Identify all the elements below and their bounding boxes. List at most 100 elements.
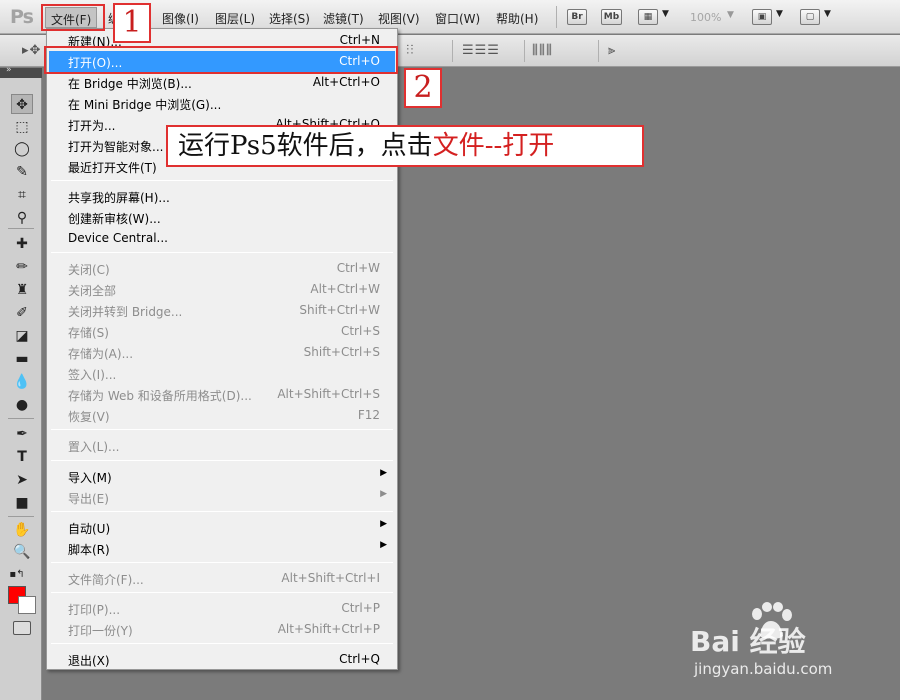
view-extras-icon[interactable]: ▦ xyxy=(638,9,658,25)
options-separator xyxy=(452,40,453,62)
menu-item-print: 打印(P)... Ctrl+P xyxy=(68,601,380,617)
brush-tool-icon[interactable]: ✏ xyxy=(11,257,33,277)
menu-item-save: 存储(S) Ctrl+S xyxy=(68,324,380,340)
callout-highlight-text: 文件--打开 xyxy=(432,131,555,161)
blur-tool-icon[interactable]: 💧 xyxy=(11,372,33,392)
menu-item-browse-in-mini-bridge[interactable]: 在 Mini Bridge 中浏览(G)... xyxy=(49,93,395,114)
menu-item-browse-in-bridge[interactable]: 在 Bridge 中浏览(B)... Alt+Ctrl+O xyxy=(49,72,395,93)
step-number-1: 1 xyxy=(113,3,151,43)
submenu-arrow-icon: ▶ xyxy=(380,519,387,529)
tools-separator xyxy=(8,228,34,229)
highlight-open-item xyxy=(44,46,398,74)
default-colors-icon[interactable]: ▪↰ xyxy=(6,565,28,585)
menu-item-scripts[interactable]: 脚本(R) ▶ xyxy=(49,538,395,559)
menu-item-share-my-screen[interactable]: 共享我的屏幕(H)... xyxy=(49,186,395,207)
menu-select[interactable]: 选择(S) xyxy=(269,10,310,27)
options-separator xyxy=(598,40,599,62)
type-tool-icon[interactable]: T xyxy=(11,447,33,467)
align-icon[interactable]: ⫶⫶ xyxy=(406,43,415,58)
menu-item-create-new-review[interactable]: 创建新审核(W)... xyxy=(49,207,395,228)
screen-mode-icon[interactable]: ▢ xyxy=(800,9,820,25)
history-brush-tool-icon[interactable]: ✐ xyxy=(11,303,33,323)
zoom-level[interactable]: 100% xyxy=(690,11,721,24)
menu-layer[interactable]: 图层(L) xyxy=(215,10,255,27)
menu-separator xyxy=(51,460,393,461)
healing-brush-tool-icon[interactable]: ✚ xyxy=(11,234,33,254)
menu-filter[interactable]: 滤镜(T) xyxy=(323,10,364,27)
menu-item-check-in: 签入(I)... xyxy=(68,368,117,382)
menu-help[interactable]: 帮助(H) xyxy=(496,10,538,27)
menu-item-save-as: 存储为(A)... Shift+Ctrl+S xyxy=(68,345,380,361)
menu-item-automate[interactable]: 自动(U) ▶ xyxy=(49,517,395,538)
tools-panel-header[interactable]: » xyxy=(0,65,42,78)
menu-item-save-for-web: 存储为 Web 和设备所用格式(D)... Alt+Shift+Ctrl+S xyxy=(68,387,380,403)
baidu-watermark: Bai 经验 jingyan.baidu.com xyxy=(690,600,890,690)
submenu-arrow-icon: ▶ xyxy=(380,540,387,550)
menu-separator xyxy=(51,592,393,593)
eraser-tool-icon[interactable]: ◪ xyxy=(11,326,33,346)
chevron-down-icon[interactable]: ▼ xyxy=(727,10,734,20)
menu-item-close: 关闭(C) Ctrl+W xyxy=(68,261,380,277)
chevron-down-icon[interactable]: ▼ xyxy=(824,9,831,19)
zoom-tool-icon[interactable]: 🔍 xyxy=(11,542,33,562)
lasso-tool-icon[interactable]: ◯ xyxy=(11,139,33,159)
instruction-callout: 运行Ps5软件后，点击文件--打开 xyxy=(166,125,644,167)
chevron-down-icon[interactable]: ▼ xyxy=(662,9,669,19)
menu-item-print-one-copy: 打印一份(Y) Alt+Shift+Ctrl+P xyxy=(68,622,380,638)
dodge-tool-icon[interactable]: ● xyxy=(11,395,33,415)
tools-panel: » ✥ ⬚ ◯ ✎ ⌗ ⚲ ✚ ✏ ♜ ✐ ◪ ▬ 💧 ● ✒ T ➤ ■ ✋ … xyxy=(0,65,42,700)
menu-separator xyxy=(51,511,393,512)
menubar-separator xyxy=(556,6,557,28)
submenu-arrow-icon: ▶ xyxy=(380,468,387,478)
baidu-logo-text: Bai 经验 xyxy=(690,625,806,658)
submenu-arrow-icon: ▶ xyxy=(380,489,387,499)
arrange-documents-icon[interactable]: ▣ xyxy=(752,9,772,25)
menu-separator xyxy=(51,252,393,253)
menu-item-close-and-go-to-bridge: 关闭并转到 Bridge... Shift+Ctrl+W xyxy=(68,303,380,319)
tools-separator xyxy=(8,516,34,517)
menu-view[interactable]: 视图(V) xyxy=(378,10,420,27)
path-selection-tool-icon[interactable]: ➤ xyxy=(11,470,33,490)
menu-separator xyxy=(51,562,393,563)
rectangle-tool-icon[interactable]: ■ xyxy=(11,493,33,513)
marquee-tool-icon[interactable]: ⬚ xyxy=(11,117,33,137)
photoshop-logo: Ps xyxy=(10,6,34,28)
pen-tool-icon[interactable]: ✒ xyxy=(11,424,33,444)
menu-item-file-info: 文件简介(F)... Alt+Shift+Ctrl+I xyxy=(68,571,380,587)
menu-item-revert: 恢复(V) F12 xyxy=(68,408,380,424)
menu-item-device-central[interactable]: Device Central... xyxy=(49,228,395,249)
quick-selection-tool-icon[interactable]: ✎ xyxy=(11,162,33,182)
collapse-icon[interactable]: » xyxy=(6,65,12,75)
options-separator xyxy=(524,40,525,62)
menu-item-export: 导出(E) ▶ xyxy=(68,489,387,506)
step-number-2: 2 xyxy=(404,68,442,108)
mini-bridge-button[interactable]: Mb xyxy=(601,9,622,25)
chevron-down-icon[interactable]: ▼ xyxy=(776,9,783,19)
distribute-vertical-icon[interactable]: ☰☰☰ xyxy=(462,43,500,58)
callout-text: 运行Ps5软件后，点击 xyxy=(178,131,433,161)
auto-align-icon[interactable]: ⫸ xyxy=(608,43,616,58)
move-tool-option-icon[interactable]: ▸✥ xyxy=(22,43,41,58)
menu-item-exit[interactable]: 退出(X) Ctrl+Q xyxy=(49,649,395,670)
menu-item-close-all: 关闭全部 Alt+Ctrl+W xyxy=(68,282,380,298)
menu-separator xyxy=(51,429,393,430)
watermark-url: jingyan.baidu.com xyxy=(694,660,833,678)
menu-separator xyxy=(51,180,393,181)
hand-tool-icon[interactable]: ✋ xyxy=(11,520,33,540)
crop-tool-icon[interactable]: ⌗ xyxy=(11,185,33,205)
background-color-swatch[interactable] xyxy=(18,596,36,614)
menu-item-place: 置入(L)... xyxy=(68,440,120,454)
quick-mask-icon[interactable] xyxy=(13,621,31,635)
tools-separator xyxy=(8,418,34,419)
move-tool-icon[interactable]: ✥ xyxy=(11,94,33,114)
highlight-file-menu xyxy=(41,4,105,31)
menu-image[interactable]: 图像(I) xyxy=(162,10,199,27)
clone-stamp-tool-icon[interactable]: ♜ xyxy=(11,280,33,300)
eyedropper-tool-icon[interactable]: ⚲ xyxy=(11,208,33,228)
distribute-horizontal-icon[interactable]: ⫼⫼⫼ xyxy=(532,43,553,58)
gradient-tool-icon[interactable]: ▬ xyxy=(11,349,33,369)
menu-item-import[interactable]: 导入(M) ▶ xyxy=(49,466,395,487)
menu-window[interactable]: 窗口(W) xyxy=(435,10,480,27)
bridge-button[interactable]: Br xyxy=(567,9,587,25)
menu-separator xyxy=(51,643,393,644)
